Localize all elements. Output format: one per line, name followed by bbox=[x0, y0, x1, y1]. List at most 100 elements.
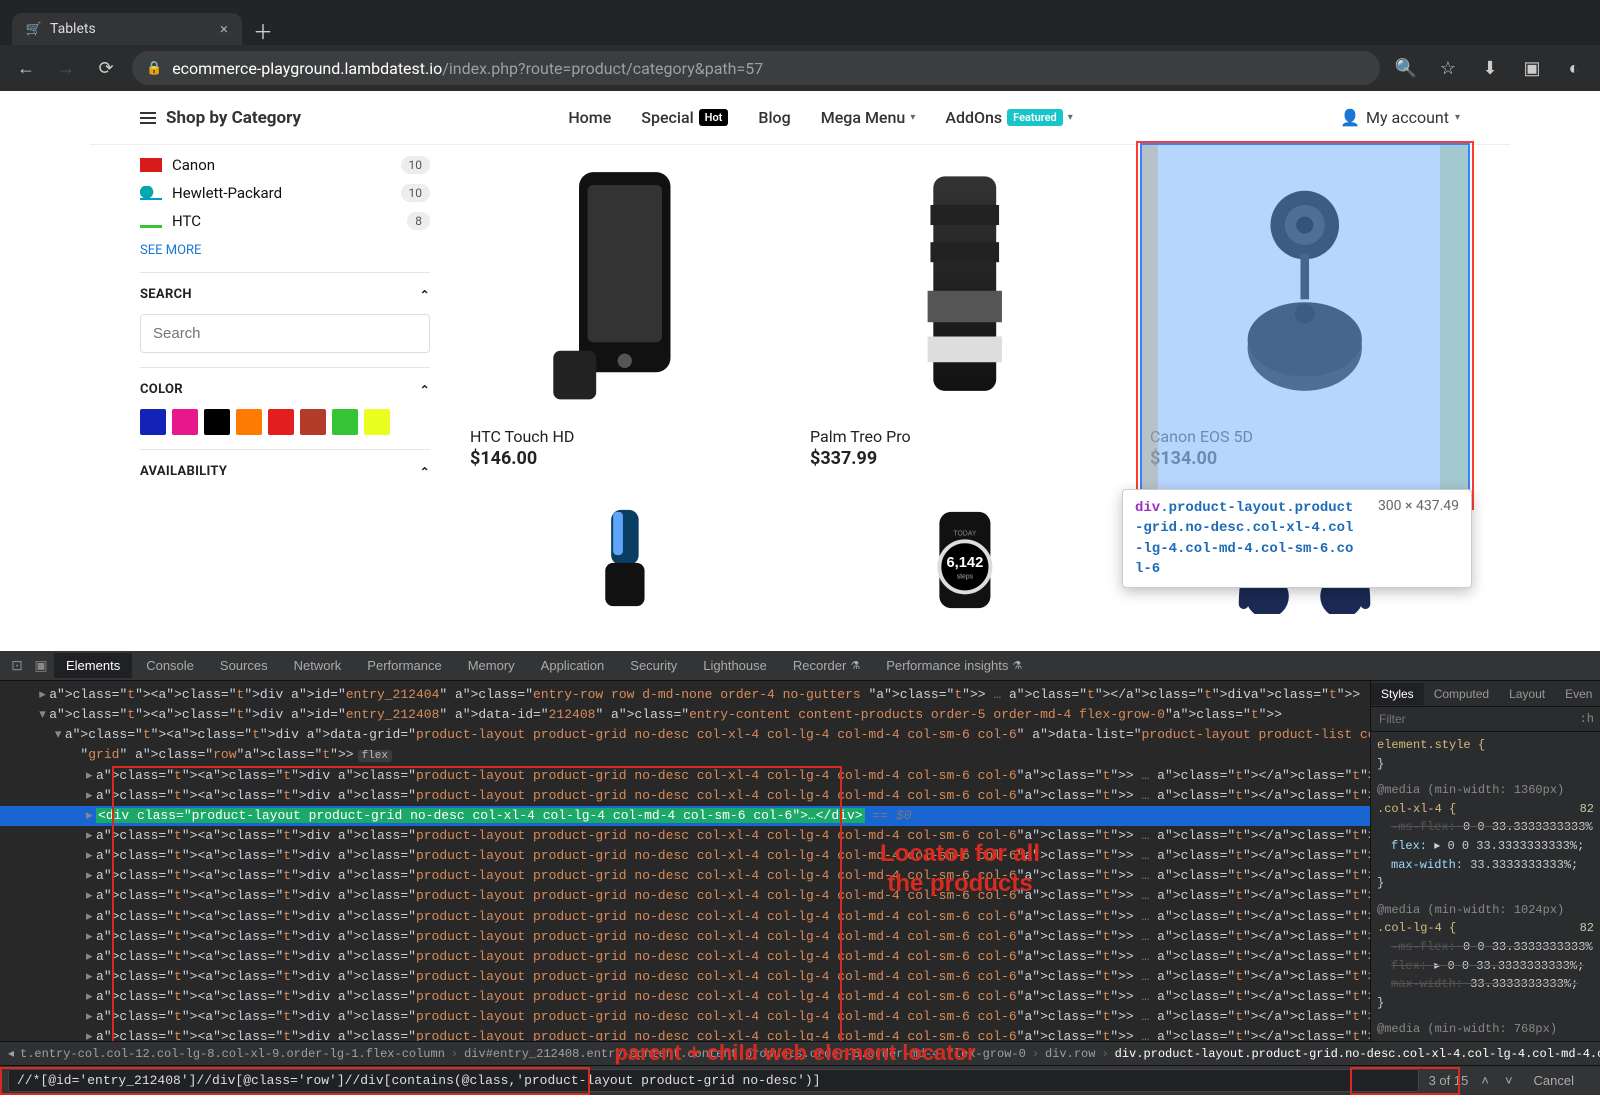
color-swatch[interactable] bbox=[140, 409, 166, 435]
dom-line[interactable]: ▸a">class="t"><a">class="t">div a">class… bbox=[0, 947, 1370, 967]
browser-tab[interactable]: 🛒 Tablets × bbox=[12, 13, 242, 45]
shop-by-category[interactable]: Shop by Category bbox=[140, 108, 301, 128]
dom-line[interactable]: ▸a">class="t"><a">class="t">div a">class… bbox=[0, 766, 1370, 786]
devtools-tab[interactable]: Performance bbox=[355, 653, 453, 678]
dom-line[interactable]: ▸a">class="t"><a">class="t">div a">class… bbox=[0, 927, 1370, 947]
device-icon[interactable]: ▣ bbox=[30, 657, 52, 674]
product-image bbox=[810, 151, 1120, 421]
bookmark-icon[interactable]: ☆ bbox=[1434, 54, 1462, 82]
facet-brand: Canon 10 Hewlett-Packard 10 HTC 8 SEE MO… bbox=[140, 151, 430, 272]
product-card[interactable]: HTC Touch HD $146.00 bbox=[470, 151, 780, 500]
facet-search-head[interactable]: SEARCH ⌃ bbox=[140, 287, 430, 302]
color-swatch[interactable] bbox=[364, 409, 390, 435]
dom-line[interactable]: ▸a">class="t"><a">class="t">div a">id="e… bbox=[0, 685, 1370, 705]
devtools-tab[interactable]: Sources bbox=[208, 653, 280, 678]
breadcrumb-item[interactable]: div.row bbox=[1045, 1047, 1095, 1061]
dom-line[interactable]: "grid" a">class="row"a">class="t">>flex bbox=[0, 745, 1370, 765]
chevron-down-icon: ▾ bbox=[1455, 112, 1460, 123]
reload-button[interactable]: ⟳ bbox=[92, 54, 120, 82]
brand-htc[interactable]: HTC 8 bbox=[140, 207, 430, 235]
product-card[interactable]: Palm Treo Pro $337.99 bbox=[810, 151, 1120, 500]
find-count: 3 of 15 bbox=[1429, 1073, 1469, 1088]
dom-line[interactable]: ▾a">class="t"><a">class="t">div a">data-… bbox=[0, 725, 1370, 745]
product-name: HTC Touch HD bbox=[470, 421, 780, 448]
color-swatch[interactable] bbox=[204, 409, 230, 435]
sidebar: Canon 10 Hewlett-Packard 10 HTC 8 SEE MO… bbox=[140, 145, 440, 651]
download-icon[interactable]: ⬇ bbox=[1476, 54, 1504, 82]
nav-mega[interactable]: Mega Menu▾ bbox=[821, 108, 916, 127]
devtools-tab[interactable]: Elements bbox=[54, 653, 132, 678]
styles-tab[interactable]: Computed bbox=[1424, 683, 1499, 705]
dom-line[interactable]: ▸a">class="t"><a">class="t">div a">class… bbox=[0, 786, 1370, 806]
breadcrumb-item[interactable]: div.product-layout.product-grid.no-desc.… bbox=[1115, 1047, 1600, 1061]
product-image bbox=[470, 151, 780, 421]
devtools-tab[interactable]: Performance insights ⚗ bbox=[874, 653, 1034, 678]
dom-line[interactable]: ▸a">class="t"><a">class="t">div a">class… bbox=[0, 907, 1370, 927]
find-cancel-button[interactable]: Cancel bbox=[1534, 1073, 1574, 1088]
color-swatch[interactable] bbox=[268, 409, 294, 435]
color-swatch[interactable] bbox=[236, 409, 262, 435]
burger-icon bbox=[140, 112, 156, 124]
styles-tab[interactable]: Layout bbox=[1499, 683, 1555, 705]
dom-line[interactable]: ▸a">class="t"><a">class="t">div a">class… bbox=[0, 846, 1370, 866]
lock-icon: 🔒 bbox=[146, 61, 162, 76]
find-prev-button[interactable]: ˄ bbox=[1478, 1073, 1492, 1088]
dom-line[interactable]: ▾a">class="t"><a">class="t">div a">id="e… bbox=[0, 705, 1370, 725]
styles-filter-input[interactable] bbox=[1377, 711, 1580, 727]
forward-button[interactable]: → bbox=[52, 54, 80, 82]
panel-icon[interactable]: ▣ bbox=[1518, 54, 1546, 82]
new-tab-button[interactable]: ＋ bbox=[248, 15, 278, 45]
facet-availability-head[interactable]: AVAILABILITY ⌃ bbox=[140, 464, 430, 479]
back-button[interactable]: ← bbox=[12, 54, 40, 82]
dom-line[interactable]: ▸a">class="t"><a">class="t">div a">class… bbox=[0, 1007, 1370, 1027]
nav-special[interactable]: SpecialHot bbox=[641, 108, 728, 127]
brand-hp[interactable]: Hewlett-Packard 10 bbox=[140, 179, 430, 207]
dom-line[interactable]: ▸a">class="t"><a">class="t">div a">class… bbox=[0, 987, 1370, 1007]
facet-title: AVAILABILITY bbox=[140, 464, 227, 479]
styles-rules[interactable]: element.style {}@media (min-width: 1360p… bbox=[1371, 732, 1600, 1041]
devtools-tab[interactable]: Recorder ⚗ bbox=[781, 653, 872, 678]
facet-color-head[interactable]: COLOR ⌃ bbox=[140, 382, 430, 397]
address-bar[interactable]: 🔒 ecommerce-playground.lambdatest.io/ind… bbox=[132, 51, 1380, 85]
color-swatch[interactable] bbox=[332, 409, 358, 435]
url-text: ecommerce-playground.lambdatest.io/index… bbox=[172, 59, 1366, 78]
devtools-tab[interactable]: Security bbox=[618, 653, 689, 678]
devtools-tab[interactable]: Console bbox=[134, 653, 206, 678]
product-name: Canon EOS 5D bbox=[1150, 421, 1460, 448]
profile-icon[interactable]: ◐ bbox=[1560, 54, 1588, 82]
see-more-link[interactable]: SEE MORE bbox=[140, 235, 430, 258]
sidebar-search-input[interactable] bbox=[140, 314, 430, 353]
styles-tab[interactable]: Styles bbox=[1371, 683, 1424, 705]
dom-line[interactable]: ▸a">class="t"><a">class="t">div a">class… bbox=[0, 866, 1370, 886]
devtools-tab[interactable]: Lighthouse bbox=[691, 653, 779, 678]
brand-canon[interactable]: Canon 10 bbox=[140, 151, 430, 179]
facet-title: SEARCH bbox=[140, 287, 192, 302]
browser-toolbar: ← → ⟳ 🔒 ecommerce-playground.lambdatest.… bbox=[0, 45, 1600, 91]
devtools-tab[interactable]: Memory bbox=[456, 653, 527, 678]
facet-color: COLOR ⌃ bbox=[140, 367, 430, 449]
inspect-icon[interactable]: ⊡ bbox=[6, 657, 28, 674]
find-input[interactable] bbox=[8, 1069, 1419, 1092]
find-icon[interactable]: 🔍 bbox=[1392, 54, 1420, 82]
breadcrumb-item[interactable]: t.entry-col.col-12.col-lg-8.col-xl-9.ord… bbox=[20, 1047, 445, 1061]
devtools-tab[interactable]: Network bbox=[282, 653, 354, 678]
styles-tab[interactable]: Even bbox=[1555, 683, 1600, 705]
elements-panel[interactable]: ▸a">class="t"><a">class="t">div a">id="e… bbox=[0, 681, 1370, 1041]
dom-line[interactable]: ▸a">class="t"><a">class="t">div a">class… bbox=[0, 886, 1370, 906]
color-swatch[interactable] bbox=[172, 409, 198, 435]
dom-line[interactable]: ▸a">class="t"><a">class="t">div a">class… bbox=[0, 967, 1370, 987]
product-card-selected[interactable]: Canon EOS 5D $134.00 bbox=[1150, 151, 1460, 500]
hov-icon[interactable]: :h bbox=[1580, 712, 1594, 726]
dom-line-selected[interactable]: ▸<div class="product-layout product-grid… bbox=[0, 806, 1370, 826]
nav-blog[interactable]: Blog bbox=[758, 108, 790, 127]
close-tab-icon[interactable]: × bbox=[220, 20, 228, 38]
dom-line[interactable]: ▸a">class="t"><a">class="t">div a">class… bbox=[0, 826, 1370, 846]
product-card[interactable]: TODAY 6,142 steps bbox=[810, 500, 1120, 651]
find-next-button[interactable]: ˅ bbox=[1502, 1073, 1516, 1088]
nav-addons[interactable]: AddOnsFeatured▾ bbox=[945, 108, 1072, 127]
nav-home[interactable]: Home bbox=[568, 108, 611, 127]
color-swatch[interactable] bbox=[300, 409, 326, 435]
nav-account[interactable]: 👤 My account ▾ bbox=[1340, 108, 1460, 127]
product-card[interactable] bbox=[470, 500, 780, 651]
devtools-tab[interactable]: Application bbox=[529, 653, 617, 678]
